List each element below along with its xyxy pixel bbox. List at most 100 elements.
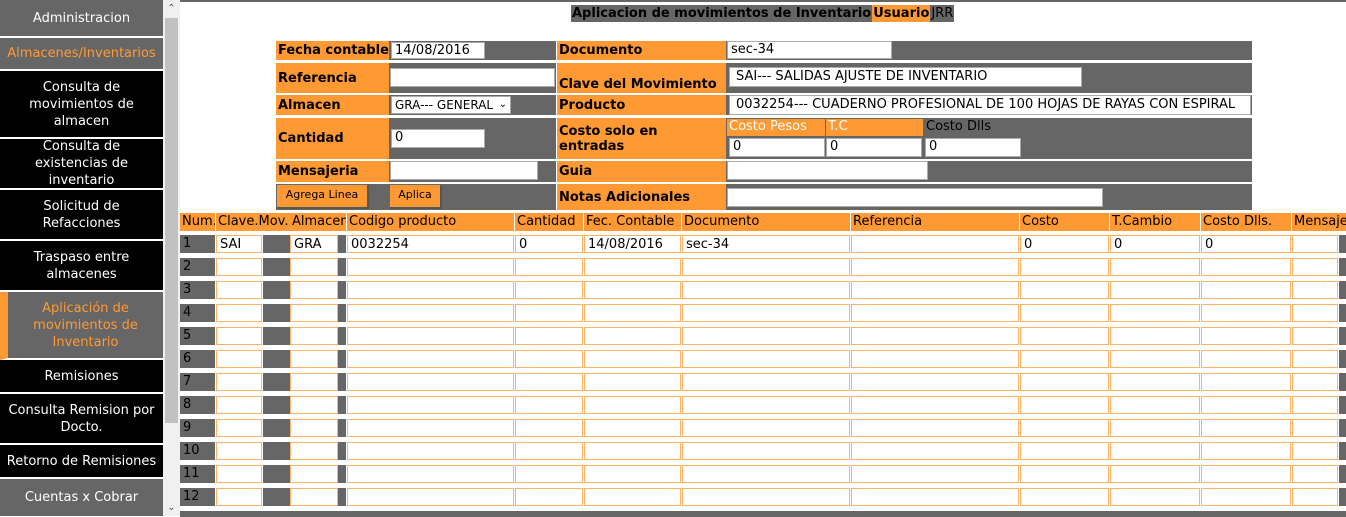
cell-referencia[interactable] [851, 350, 1019, 368]
cell-codigo[interactable] [347, 373, 514, 391]
cell-fecha[interactable] [584, 281, 681, 299]
cell-costo-dlls[interactable] [1201, 350, 1291, 368]
clave-movimiento-input[interactable]: SAI--- SALIDAS AJUSTE DE INVENTARIO [729, 67, 1082, 87]
sidebar-item-consulta-remision[interactable]: Consulta Remision por Docto. [0, 394, 163, 445]
cell-fecha[interactable] [584, 442, 681, 460]
cell-mensaje[interactable] [1292, 419, 1338, 437]
cell-mensaje[interactable] [1292, 235, 1338, 253]
cell-costo[interactable] [1020, 373, 1109, 391]
cell-costo[interactable] [1020, 396, 1109, 414]
aplica-button[interactable]: Aplica [390, 185, 442, 209]
cell-fecha[interactable] [584, 465, 681, 483]
cell-documento[interactable] [682, 488, 850, 506]
cell-tcambio[interactable] [1110, 488, 1200, 506]
cell-referencia[interactable] [851, 396, 1019, 414]
cell-costo[interactable] [1020, 350, 1109, 368]
cell-clave[interactable] [216, 350, 262, 368]
cell-costo-dlls[interactable] [1201, 419, 1291, 437]
cell-documento[interactable] [682, 281, 850, 299]
cell-costo-dlls[interactable] [1201, 465, 1291, 483]
cell-mensaje[interactable] [1292, 327, 1338, 345]
costo-dlls-input[interactable]: 0 [925, 138, 1021, 157]
sidebar-item-almacenes[interactable]: Almacenes/Inventarios [0, 38, 163, 71]
cell-fecha[interactable] [584, 258, 681, 276]
sidebar-item-aplicacion-movimientos[interactable]: Aplicación de movimientos de Inventario [0, 292, 163, 360]
cell-documento[interactable] [682, 304, 850, 322]
cell-costo[interactable] [1020, 419, 1109, 437]
cell-referencia[interactable] [851, 304, 1019, 322]
cell-tcambio[interactable] [1110, 281, 1200, 299]
cell-mensaje[interactable] [1292, 396, 1338, 414]
cell-cantidad[interactable] [515, 304, 583, 322]
cell-clave[interactable] [216, 442, 262, 460]
cell-fecha[interactable] [584, 396, 681, 414]
cell-cantidad[interactable] [515, 419, 583, 437]
cell-cantidad[interactable] [515, 442, 583, 460]
cell-clave[interactable] [216, 327, 262, 345]
cell-cantidad[interactable]: 0 [515, 235, 583, 253]
cell-referencia[interactable] [851, 442, 1019, 460]
cell-almacen[interactable] [290, 488, 338, 506]
cell-documento[interactable] [682, 373, 850, 391]
cell-cantidad[interactable] [515, 488, 583, 506]
cell-mensaje[interactable] [1292, 258, 1338, 276]
cell-clave[interactable] [216, 396, 262, 414]
cell-documento[interactable] [682, 396, 850, 414]
guia-input[interactable] [727, 161, 928, 180]
cell-mensaje[interactable] [1292, 373, 1338, 391]
cell-referencia[interactable] [851, 373, 1019, 391]
sidebar-item-consulta-movimientos[interactable]: Consulta de movimientos de almacen [0, 71, 163, 139]
cell-tcambio[interactable] [1110, 419, 1200, 437]
cell-costo-dlls[interactable] [1201, 373, 1291, 391]
producto-input[interactable]: 0032254--- CUADERNO PROFESIONAL DE 100 H… [729, 95, 1251, 115]
cell-almacen[interactable]: GRA [290, 235, 338, 253]
cell-costo[interactable] [1020, 465, 1109, 483]
sidebar-item-cuentas-cobrar[interactable]: Cuentas x Cobrar [0, 479, 163, 516]
cell-referencia[interactable] [851, 465, 1019, 483]
cell-mensaje[interactable] [1292, 488, 1338, 506]
cell-almacen[interactable] [290, 258, 338, 276]
cell-referencia[interactable] [851, 488, 1019, 506]
sidebar-item-consulta-existencias[interactable]: Consulta de existencias de inventario [0, 139, 163, 190]
cell-tcambio[interactable] [1110, 258, 1200, 276]
cell-documento[interactable] [682, 327, 850, 345]
cell-codigo[interactable] [347, 327, 514, 345]
cell-almacen[interactable] [290, 442, 338, 460]
cell-costo[interactable] [1020, 327, 1109, 345]
cell-fecha[interactable] [584, 488, 681, 506]
sidebar-item-remisiones[interactable]: Remisiones [0, 360, 163, 394]
cell-codigo[interactable] [347, 442, 514, 460]
cell-documento[interactable]: sec-34 [682, 235, 850, 253]
sidebar-scrollbar[interactable]: ⌃ ⌄ [163, 0, 180, 516]
cell-codigo[interactable] [347, 281, 514, 299]
cell-documento[interactable] [682, 442, 850, 460]
fecha-contable-input[interactable]: 14/08/2016 [391, 42, 485, 59]
cell-cantidad[interactable] [515, 465, 583, 483]
cell-codigo[interactable] [347, 304, 514, 322]
mensajeria-input[interactable] [390, 161, 538, 180]
cell-fecha[interactable] [584, 419, 681, 437]
cell-costo-dlls[interactable] [1201, 281, 1291, 299]
cell-cantidad[interactable] [515, 281, 583, 299]
cell-costo-dlls[interactable]: 0 [1201, 235, 1291, 253]
cell-cantidad[interactable] [515, 373, 583, 391]
sidebar-item-administracion[interactable]: Administracion [0, 0, 163, 38]
cell-costo-dlls[interactable] [1201, 396, 1291, 414]
cell-costo-dlls[interactable] [1201, 327, 1291, 345]
cell-cantidad[interactable] [515, 396, 583, 414]
cell-documento[interactable] [682, 350, 850, 368]
cell-fecha[interactable] [584, 373, 681, 391]
cell-tcambio[interactable] [1110, 465, 1200, 483]
scroll-up-icon[interactable]: ⌃ [163, 0, 180, 17]
cell-fecha[interactable] [584, 304, 681, 322]
cell-tcambio[interactable] [1110, 350, 1200, 368]
cell-tcambio[interactable] [1110, 442, 1200, 460]
cell-costo-dlls[interactable] [1201, 304, 1291, 322]
cell-referencia[interactable] [851, 419, 1019, 437]
cell-referencia[interactable] [851, 281, 1019, 299]
cell-tcambio[interactable] [1110, 304, 1200, 322]
cell-codigo[interactable] [347, 350, 514, 368]
cell-cantidad[interactable] [515, 327, 583, 345]
cell-codigo[interactable] [347, 396, 514, 414]
documento-input[interactable]: sec-34 [727, 41, 892, 59]
